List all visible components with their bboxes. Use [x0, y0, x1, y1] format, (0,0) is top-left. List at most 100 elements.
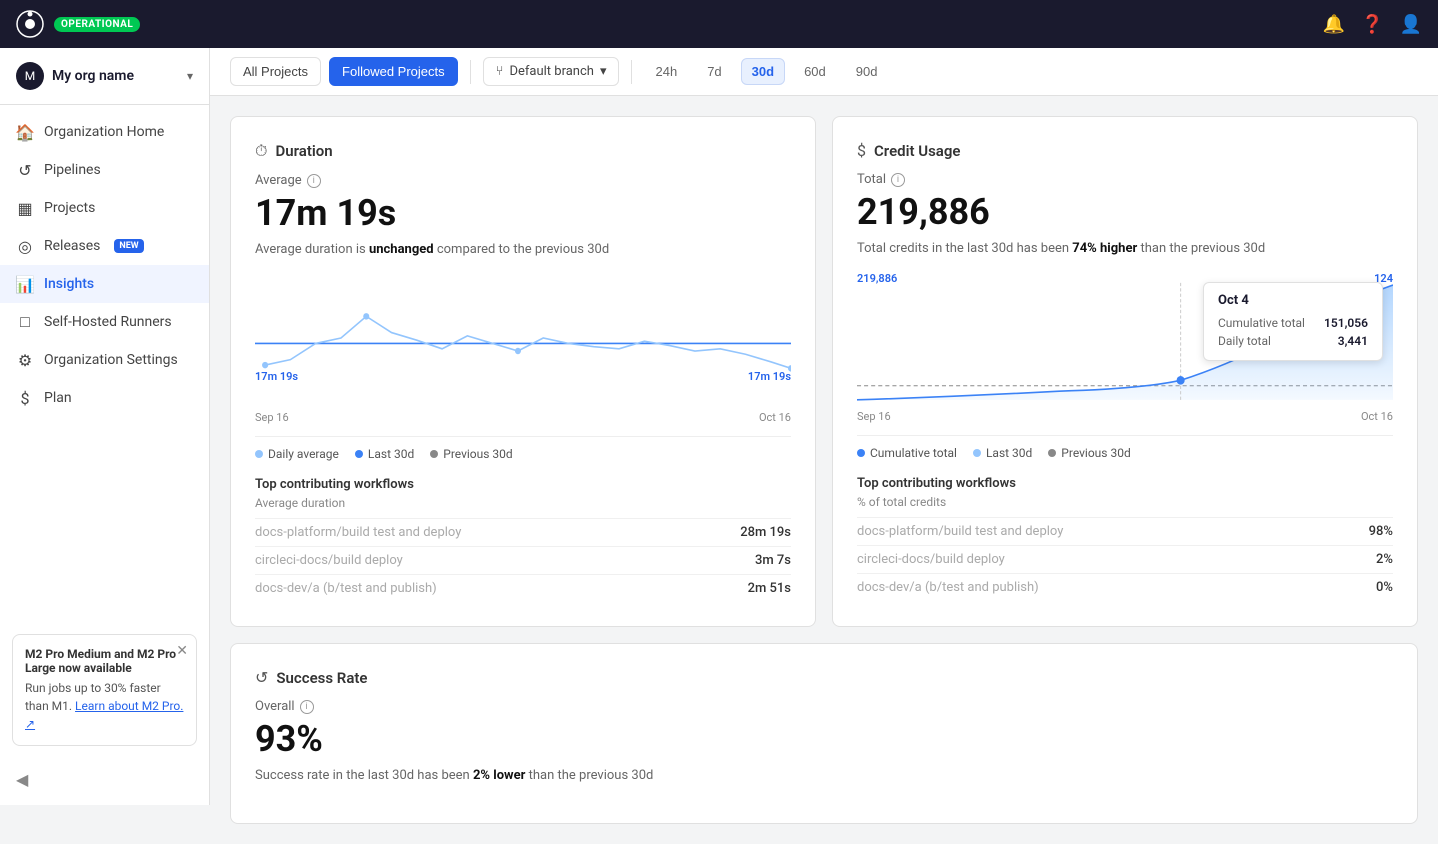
sidebar-item-insights[interactable]: 📊 Insights [0, 265, 209, 303]
credit-chart: 219,886 124 [857, 272, 1393, 402]
releases-icon: ◎ [16, 237, 34, 255]
credit-workflow-value-2: 2% [1376, 552, 1393, 567]
chevron-down-icon: ▾ [187, 69, 193, 83]
legend-dot-credit-prev30 [1048, 449, 1056, 457]
sidebar-item-pipelines[interactable]: ↺ Pipelines [0, 151, 209, 189]
org-selector[interactable]: M My org name ▾ [0, 48, 209, 105]
duration-metric-desc: Average duration is unchanged compared t… [255, 242, 791, 257]
duration-metric-label: Average i [255, 173, 791, 188]
success-metric-label: Overall i [255, 699, 1393, 714]
sidebar-item-label: Self-Hosted Runners [44, 314, 172, 330]
workflow-value-2: 3m 7s [755, 553, 791, 568]
duration-label-left: 17m 19s [255, 370, 298, 383]
credit-card: $ Credit Usage Total i 219,886 Total cre… [832, 116, 1418, 627]
sidebar-item-plan[interactable]: $ Plan [0, 379, 209, 417]
duration-workflow-row-3[interactable]: docs-dev/a (b/test and publish) 2m 51s [255, 574, 791, 602]
credit-metric-value: 219,886 [857, 191, 1393, 233]
time-60d-button[interactable]: 60d [793, 58, 837, 85]
success-info-icon[interactable]: i [300, 700, 314, 714]
promo-text: Run jobs up to 30% faster than M1. Learn… [25, 679, 184, 733]
settings-icon: ⚙ [16, 351, 34, 369]
main-content: All Projects Followed Projects ⑂ Default… [210, 48, 1438, 844]
workflow-value-1: 28m 19s [740, 525, 791, 540]
collapse-sidebar-button[interactable]: ◀ [16, 770, 28, 789]
credit-metric-label: Total i [857, 172, 1393, 187]
duration-icon: ⏱ [255, 141, 267, 161]
sidebar-item-label: Organization Home [44, 124, 164, 140]
help-icon[interactable]: ❓ [1361, 14, 1383, 35]
credit-workflows-sub: % of total credits [857, 495, 1393, 509]
time-24h-button[interactable]: 24h [644, 58, 688, 85]
credit-label-left: 219,886 [857, 272, 897, 285]
credit-workflow-row-3[interactable]: docs-dev/a (b/test and publish) 0% [857, 573, 1393, 601]
branch-selector[interactable]: ⑂ Default branch ▾ [483, 57, 620, 86]
sidebar-item-self-hosted-runners[interactable]: □ Self-Hosted Runners [0, 303, 209, 341]
duration-start-label: Sep 16 [255, 411, 289, 424]
credit-metric-desc: Total credits in the last 30d has been 7… [857, 241, 1393, 256]
credit-start-label: Sep 16 [857, 410, 891, 423]
legend-dot-prev30 [430, 450, 438, 458]
credit-legend-cumulative: Cumulative total [857, 446, 957, 460]
duration-card: ⏱ Duration Average i 17m 19s Average dur… [230, 116, 816, 627]
sidebar-item-label: Pipelines [44, 162, 101, 178]
credit-tooltip: Oct 4 Cumulative total 151,056 Daily tot… [1203, 282, 1383, 361]
legend-prev30: Previous 30d [430, 447, 512, 461]
credit-card-header: $ Credit Usage [857, 141, 1393, 160]
content-area: ⏱ Duration Average i 17m 19s Average dur… [210, 96, 1438, 844]
sidebar-item-projects[interactable]: ▦ Projects [0, 189, 209, 227]
success-card-header: ↺ Success Rate [255, 668, 1393, 687]
credit-workflow-value-1: 98% [1369, 524, 1393, 539]
legend-label-cumulative: Cumulative total [870, 446, 957, 460]
duration-chart-labels: Sep 16 Oct 16 [255, 411, 791, 424]
workflow-name-3: docs-dev/a (b/test and publish) [255, 581, 748, 596]
legend-label-credit-prev30: Previous 30d [1061, 446, 1130, 460]
logo[interactable] [16, 10, 44, 38]
success-icon: ↺ [255, 668, 268, 687]
credit-icon: $ [857, 141, 866, 160]
sidebar-item-org-settings[interactable]: ⚙ Organization Settings [0, 341, 209, 379]
time-7d-button[interactable]: 7d [696, 58, 732, 85]
tooltip-daily-label: Daily total [1218, 334, 1271, 348]
nav-items: 🏠 Organization Home ↺ Pipelines ▦ Projec… [0, 105, 209, 626]
layout: M My org name ▾ 🏠 Organization Home ↺ Pi… [0, 0, 1438, 844]
legend-label-credit-last30: Last 30d [986, 446, 1032, 460]
tooltip-cumulative-row: Cumulative total 151,056 [1218, 314, 1368, 332]
sidebar-item-org-home[interactable]: 🏠 Organization Home [0, 113, 209, 151]
followed-projects-button[interactable]: Followed Projects [329, 57, 458, 86]
legend-label-daily: Daily average [268, 447, 339, 461]
duration-workflow-row-2[interactable]: circleci-docs/build deploy 3m 7s [255, 546, 791, 574]
toolbar: All Projects Followed Projects ⑂ Default… [210, 48, 1438, 96]
credit-workflow-row-2[interactable]: circleci-docs/build deploy 2% [857, 545, 1393, 573]
branch-icon: ⑂ [496, 64, 504, 79]
nav-left: OPERATIONAL [16, 10, 140, 38]
sidebar-bottom: ◀ [0, 754, 209, 805]
legend-last30: Last 30d [355, 447, 414, 461]
all-projects-button[interactable]: All Projects [230, 57, 321, 86]
cards-row: ⏱ Duration Average i 17m 19s Average dur… [230, 116, 1418, 627]
bell-icon[interactable]: 🔔 [1323, 14, 1345, 35]
toolbar-divider [470, 60, 471, 84]
credit-workflow-row-1[interactable]: docs-platform/build test and deploy 98% [857, 517, 1393, 545]
duration-workflow-row-1[interactable]: docs-platform/build test and deploy 28m … [255, 518, 791, 546]
credit-legend-prev30: Previous 30d [1048, 446, 1130, 460]
toolbar-divider-2 [631, 60, 632, 84]
home-icon: 🏠 [16, 123, 34, 141]
sidebar-item-releases[interactable]: ◎ Releases NEW [0, 227, 209, 265]
time-30d-button[interactable]: 30d [741, 58, 785, 85]
success-card-title: Success Rate [276, 669, 367, 687]
plan-icon: $ [16, 389, 34, 407]
promo-close-button[interactable]: ✕ [176, 643, 188, 659]
duration-info-icon[interactable]: i [307, 174, 321, 188]
credit-workflows-title: Top contributing workflows [857, 476, 1393, 491]
success-metric-value: 93% [255, 718, 1393, 760]
credit-info-icon[interactable]: i [891, 173, 905, 187]
sidebar-item-label: Organization Settings [44, 352, 178, 368]
insights-icon: 📊 [16, 275, 34, 293]
promo-title: M2 Pro Medium and M2 Pro Large now avail… [25, 647, 184, 675]
time-90d-button[interactable]: 90d [845, 58, 889, 85]
user-avatar-icon[interactable]: 👤 [1400, 14, 1422, 35]
tooltip-cumulative-value: 151,056 [1324, 316, 1368, 330]
credit-chart-labels: Sep 16 Oct 16 [857, 410, 1393, 423]
tooltip-cumulative-label: Cumulative total [1218, 316, 1305, 330]
duration-card-title: Duration [275, 142, 332, 160]
